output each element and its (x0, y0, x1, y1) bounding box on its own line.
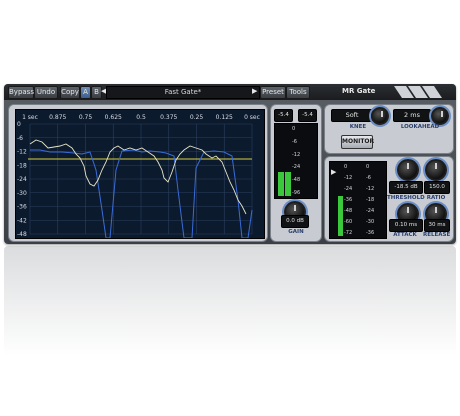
gain-meter-right-bar (285, 171, 291, 196)
gain-meter-panel: -5.4 -5.4 0 -6 -12 -24 -48 -96 0.0 dB GAIN (270, 104, 322, 242)
threshold-marker-icon: ▶ (331, 168, 337, 176)
waves-logo-icon (394, 86, 442, 98)
meter-scale-label: -18 (366, 197, 375, 203)
ratio-value[interactable]: 150.0 (424, 181, 450, 194)
knee-label: KNEE (349, 124, 367, 130)
meter-scale-label: -36 (344, 197, 353, 203)
gain-meter-left-bar (278, 171, 284, 196)
knee-knob[interactable] (371, 107, 389, 125)
plugin-window: Bypass Undo Copy A B ◀ Fast Gate* ▶ Pres… (4, 84, 456, 244)
ratio-knob[interactable] (425, 159, 447, 181)
a-setup-button[interactable]: A (80, 86, 91, 99)
time-tick-label: 0.125 (216, 114, 233, 121)
ratio-label: RATIO (426, 195, 446, 201)
db-tick-label: -42 (17, 217, 27, 224)
next-preset-arrow-icon[interactable]: ▶ (252, 87, 257, 95)
gate-meter: ▶ 0 -12 -24 -36 -48 -60 -72 0 -6 -12 -18 -24 -30 -36 (329, 161, 387, 239)
db-tick-label: -18 (17, 162, 27, 169)
peak-right-readout[interactable]: -5.4 (298, 109, 317, 122)
db-tick-label: -24 (17, 176, 27, 183)
db-tick-label: -30 (17, 190, 27, 197)
threshold-value[interactable]: -18.5 dB (389, 181, 423, 194)
meter-scale-label: -24 (292, 164, 301, 171)
meter-scale-label: 0 (366, 164, 370, 170)
meter-scale-label: -30 (366, 219, 375, 225)
db-tick-label: 0 (17, 121, 21, 128)
db-tick-label: -48 (17, 231, 27, 238)
time-tick-label: 0.25 (190, 114, 204, 121)
time-tick-label: 0.75 (79, 114, 93, 121)
time-tick-label: 0.625 (105, 114, 122, 121)
gain-label: GAIN (288, 229, 304, 235)
db-tick-label: -6 (17, 135, 23, 142)
toolbar: Bypass Undo Copy A B ◀ Fast Gate* ▶ Pres… (4, 84, 456, 100)
time-tick-label: 0.875 (49, 114, 66, 121)
preset-name-field[interactable]: Fast Gate* (106, 86, 260, 99)
meter-scale-label: -48 (344, 208, 353, 214)
db-tick-label: -36 (17, 204, 27, 211)
meter-scale-label: -24 (344, 186, 353, 192)
meter-scale-label: -60 (344, 219, 353, 225)
threshold-knob[interactable] (397, 159, 419, 181)
gate-graph-panel: 1 sec 0.875 0.75 0.625 0.5 0.375 0.25 0.125 0 se… (8, 104, 268, 242)
threshold-label: THRESHOLD (387, 195, 425, 201)
meter-scale-label: -12 (366, 186, 375, 192)
meter-scale-label: 0 (292, 126, 296, 132)
knee-value[interactable]: Soft (331, 109, 373, 122)
undo-button[interactable]: Undo (34, 86, 58, 99)
gain-value[interactable]: 0.0 dB (281, 215, 309, 228)
time-tick-label: 0.375 (160, 114, 177, 121)
meter-scale-label: -12 (344, 175, 353, 181)
preset-button[interactable]: Preset (260, 86, 286, 99)
meter-scale-label: -48 (292, 177, 301, 184)
db-tick-label: -12 (17, 149, 27, 156)
dynamics-panel: ▶ 0 -12 -24 -36 -48 -60 -72 0 -6 -12 -18 -24 -30 -36… (324, 156, 454, 242)
gate-graph: 1 sec 0.875 0.75 0.625 0.5 0.375 0.25 0.125 0 se… (15, 109, 265, 239)
time-tick-label: 1 sec (22, 114, 38, 121)
lookahead-knob[interactable] (431, 107, 449, 125)
gain-meter: 0 -6 -12 -24 -48 -96 (274, 123, 318, 199)
meter-scale-label: -36 (366, 230, 375, 236)
knee-lookahead-panel: Soft KNEE 2 ms LOOKAHEAD MONITOR (324, 104, 454, 154)
meter-scale-label: -6 (366, 175, 371, 181)
window-reflection (4, 246, 456, 356)
meter-scale-label: -72 (344, 230, 353, 236)
monitor-button[interactable]: MONITOR (341, 135, 374, 149)
lookahead-label: LOOKAHEAD (400, 124, 440, 130)
tools-button[interactable]: Tools (286, 86, 310, 99)
meter-scale-label: 0 (344, 164, 348, 170)
meter-scale-label: -6 (292, 138, 297, 145)
bypass-button[interactable]: Bypass (8, 86, 34, 99)
lookahead-value[interactable]: 2 ms (393, 109, 431, 122)
meter-scale-label: -96 (292, 190, 301, 196)
time-tick-label: 0.5 (136, 114, 146, 121)
peak-left-readout[interactable]: -5.4 (274, 109, 293, 122)
plugin-name: MR Gate (342, 87, 376, 95)
time-tick-label: 0 sec (244, 114, 260, 121)
meter-scale-label: -12 (292, 151, 301, 158)
attack-label: ATTACK (393, 232, 417, 238)
gate-meter-left-bar (338, 196, 343, 236)
attack-value[interactable]: 0.10 ms (389, 219, 423, 232)
release-label: RELEASE (423, 232, 451, 238)
release-value[interactable]: 30 ms (424, 219, 450, 232)
meter-scale-label: -24 (366, 208, 375, 214)
copy-button[interactable]: Copy (60, 86, 80, 99)
